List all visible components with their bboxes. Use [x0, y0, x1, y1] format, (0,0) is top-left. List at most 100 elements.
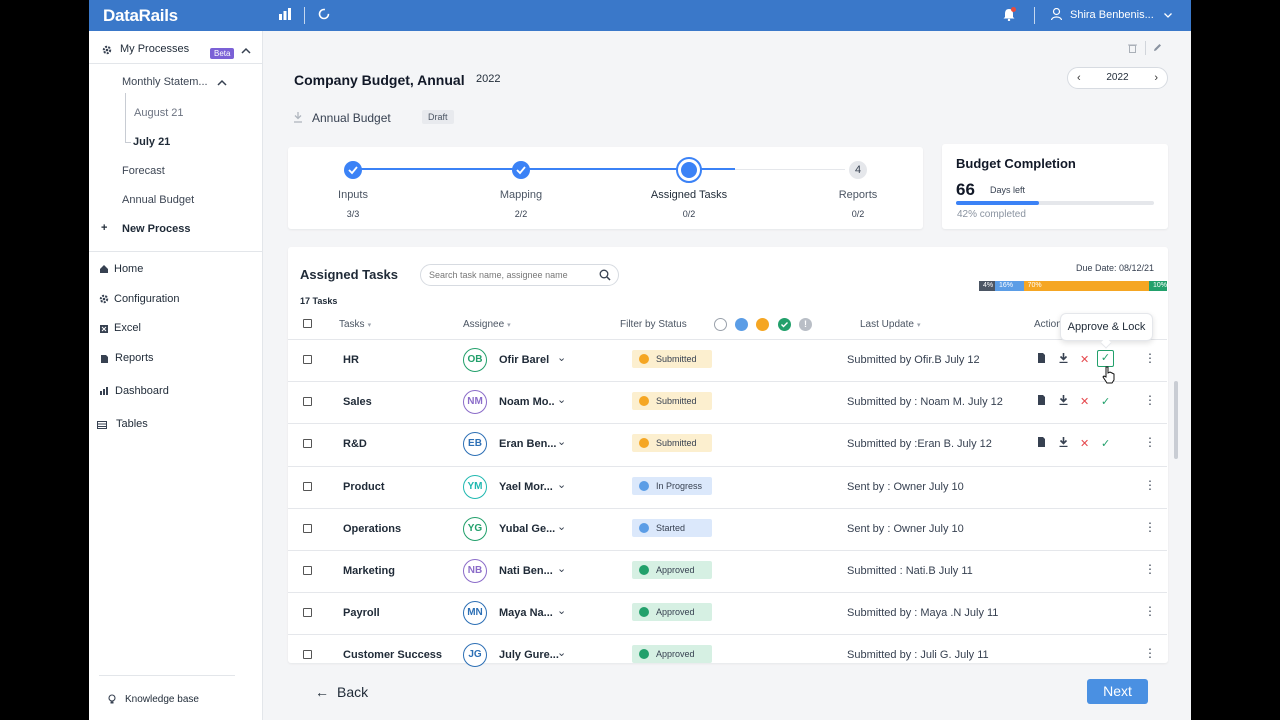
step-number-icon[interactable]: 4: [849, 161, 867, 179]
table-row[interactable]: Product YM Yael Mor... ⌄ In Progress Sent by …: [288, 465, 1167, 508]
view-file-icon[interactable]: [1037, 395, 1046, 408]
more-options-icon[interactable]: ⋮: [1144, 435, 1156, 449]
row-checkbox[interactable]: [303, 439, 312, 449]
reject-icon[interactable]: ✕: [1080, 437, 1089, 450]
step-current-icon[interactable]: [676, 157, 702, 183]
step-assigned-tasks[interactable]: Assigned Tasks 0/2: [629, 189, 749, 219]
sidebar-item-home[interactable]: Home: [114, 263, 143, 275]
more-options-icon[interactable]: ⋮: [1144, 562, 1156, 576]
row-checkbox[interactable]: [303, 355, 312, 364]
refresh-icon[interactable]: [318, 8, 330, 20]
pencil-icon[interactable]: [1153, 43, 1162, 52]
sidebar-item-tables[interactable]: Tables: [116, 418, 148, 430]
status-badge: In Progress: [632, 476, 712, 495]
sidebar-item-configuration[interactable]: Configuration: [114, 293, 179, 305]
step-check-icon[interactable]: [344, 161, 362, 179]
sidebar-item-august-21[interactable]: August 21: [134, 107, 184, 119]
avatar: YM: [463, 474, 487, 499]
back-button[interactable]: ← Back: [315, 684, 368, 700]
chevron-left-icon[interactable]: ‹: [1077, 68, 1081, 88]
filter-submitted-icon[interactable]: [756, 318, 769, 331]
search-input[interactable]: Search task name, assignee name: [420, 264, 619, 286]
year-picker[interactable]: ‹ 2022 ›: [1067, 67, 1168, 89]
step-inputs[interactable]: Inputs 3/3: [293, 189, 413, 219]
chevron-right-icon[interactable]: ›: [1154, 68, 1158, 88]
filter-all-icon[interactable]: [714, 318, 727, 331]
table-row[interactable]: R&D EB Eran Ben... ⌄ Submitted Submitted by :…: [288, 423, 1167, 465]
chevron-down-icon[interactable]: ⌄: [557, 562, 566, 575]
search-icon[interactable]: [599, 269, 611, 281]
sidebar-item-my-processes[interactable]: My Processes: [120, 43, 189, 55]
approve-lock-icon[interactable]: ✓: [1097, 350, 1114, 367]
filter-alert-icon[interactable]: !: [799, 318, 812, 331]
more-options-icon[interactable]: ⋮: [1144, 351, 1156, 365]
sidebar-item-excel[interactable]: Excel: [114, 322, 141, 334]
step-reports[interactable]: Reports 0/2: [798, 189, 918, 219]
download-icon[interactable]: [1059, 437, 1068, 450]
table-row[interactable]: Operations YG Yubal Ge... ⌄ Started Sent by :…: [288, 507, 1167, 550]
knowledge-base-link[interactable]: Knowledge base: [125, 694, 199, 705]
table-row[interactable]: Customer Success JG July Gure... ⌄ Approved S…: [288, 634, 1167, 676]
row-checkbox[interactable]: [303, 481, 312, 491]
reject-icon[interactable]: ✕: [1080, 353, 1089, 366]
sidebar-item-forecast[interactable]: Forecast: [122, 165, 165, 177]
more-options-icon[interactable]: ⋮: [1144, 478, 1156, 492]
new-process-button[interactable]: New Process: [122, 223, 190, 235]
view-file-icon[interactable]: [1037, 353, 1046, 366]
chevron-down-icon[interactable]: ⌄: [557, 520, 566, 533]
more-options-icon[interactable]: ⋮: [1144, 646, 1156, 660]
chevron-down-icon: ▾: [916, 322, 921, 329]
user-icon[interactable]: [1051, 8, 1062, 20]
row-checkbox[interactable]: [303, 650, 312, 660]
column-header-last-update[interactable]: Last Update ▾: [860, 319, 920, 330]
plus-icon[interactable]: +: [101, 222, 107, 234]
step-mapping[interactable]: Mapping 2/2: [461, 189, 581, 219]
step-check-icon[interactable]: [512, 161, 530, 179]
status-segment: 4%: [979, 281, 995, 291]
chevron-down-icon[interactable]: ⌄: [557, 351, 566, 364]
row-checkbox[interactable]: [303, 566, 312, 575]
sidebar-item-dashboard[interactable]: Dashboard: [115, 385, 169, 397]
table-row[interactable]: Sales NM Noam Mo.. ⌄ Submitted Submitted by :…: [288, 381, 1167, 423]
sidebar-item-july-21[interactable]: July 21: [133, 136, 170, 148]
chevron-down-icon[interactable]: ⌄: [557, 478, 566, 491]
view-file-icon[interactable]: [1037, 437, 1046, 450]
sidebar-item-annual-budget[interactable]: Annual Budget: [122, 194, 194, 206]
sidebar-item-monthly-statements[interactable]: Monthly Statem...: [122, 76, 208, 88]
more-options-icon[interactable]: ⋮: [1144, 393, 1156, 407]
filter-approved-icon[interactable]: [778, 318, 791, 331]
approve-lock-icon[interactable]: ✓: [1101, 437, 1110, 450]
task-name: Operations: [343, 522, 402, 535]
reject-icon[interactable]: ✕: [1080, 395, 1089, 408]
chart-icon[interactable]: [279, 8, 293, 20]
sidebar-item-reports[interactable]: Reports: [115, 352, 154, 364]
table-row[interactable]: Payroll MN Maya Na... ⌄ Approved Submitted by…: [288, 592, 1167, 634]
more-options-icon[interactable]: ⋮: [1144, 520, 1156, 534]
more-options-icon[interactable]: ⋮: [1144, 604, 1156, 618]
chevron-up-icon[interactable]: [217, 78, 227, 88]
download-icon[interactable]: [1059, 395, 1068, 408]
column-header-tasks[interactable]: Tasks ▾: [339, 319, 371, 330]
column-header-assignee[interactable]: Assignee ▾: [463, 319, 511, 330]
next-button[interactable]: Next: [1087, 679, 1148, 704]
download-icon: [294, 112, 302, 123]
table-row[interactable]: HR OB Ofir Barel ⌄ Submitted Submitted by Ofi…: [288, 339, 1167, 381]
scrollbar[interactable]: [1174, 381, 1178, 459]
select-all-checkbox[interactable]: [303, 319, 312, 328]
filter-progress-icon[interactable]: [735, 318, 748, 331]
chevron-up-icon[interactable]: [241, 46, 251, 56]
approve-lock-icon[interactable]: ✓: [1101, 395, 1110, 408]
trash-icon[interactable]: [1128, 43, 1137, 53]
chevron-down-icon[interactable]: ⌄: [557, 646, 566, 659]
download-icon[interactable]: [1059, 353, 1068, 366]
row-checkbox[interactable]: [303, 397, 312, 407]
chevron-down-icon[interactable]: ⌄: [557, 393, 566, 406]
user-name[interactable]: Shira Benbenis...: [1070, 9, 1154, 21]
chevron-down-icon[interactable]: ⌄: [557, 435, 566, 448]
table-row[interactable]: Marketing NB Nati Ben... ⌄ Approved Submitted…: [288, 550, 1167, 592]
row-checkbox[interactable]: [303, 523, 312, 533]
row-checkbox[interactable]: [303, 608, 312, 618]
chevron-down-icon[interactable]: [1164, 13, 1172, 18]
chevron-down-icon[interactable]: ⌄: [557, 604, 566, 617]
assignee-name: Ofir Barel: [499, 354, 550, 366]
